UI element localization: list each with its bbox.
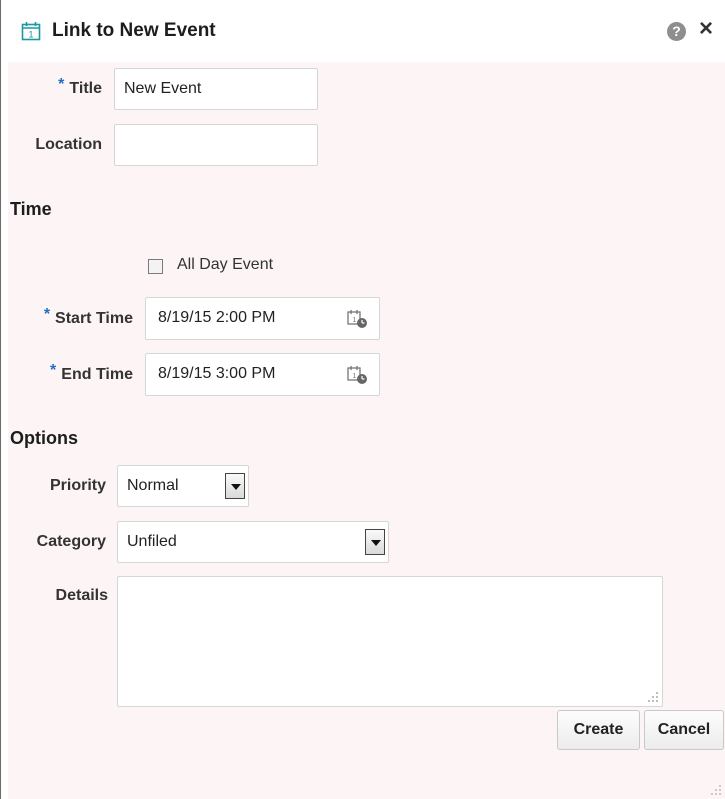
options-section-heading: Options — [10, 428, 78, 448]
help-icon[interactable]: ? — [667, 22, 686, 41]
required-marker: * — [43, 306, 51, 323]
all-day-checkbox[interactable] — [148, 259, 163, 274]
calendar-icon: 1 — [21, 22, 41, 41]
required-marker: * — [58, 76, 65, 93]
resize-grip-icon[interactable] — [647, 691, 659, 703]
calendar-clock-icon[interactable]: 1 — [347, 365, 369, 385]
end-time-label: * End Time — [50, 362, 133, 383]
calendar-clock-icon[interactable]: 1 — [347, 309, 369, 329]
priority-label: Priority — [49, 477, 106, 494]
dialog-title: Link to New Event — [52, 20, 216, 41]
details-textarea[interactable] — [117, 576, 663, 707]
close-icon[interactable]: × — [699, 16, 713, 42]
end-time-value: 8/19/15 3:00 PM — [158, 365, 276, 382]
priority-select[interactable]: Normal — [117, 465, 249, 507]
window-edge — [0, 0, 1, 799]
time-section-heading: Time — [10, 199, 52, 219]
title-input-value: New Event — [124, 80, 202, 97]
svg-text:1: 1 — [353, 317, 357, 324]
svg-text:1: 1 — [28, 30, 33, 40]
start-time-input[interactable]: 8/19/15 2:00 PM 1 — [145, 297, 380, 340]
chevron-down-icon[interactable] — [365, 529, 385, 555]
category-label: Category — [36, 533, 106, 550]
dialog-title-bar: 1 Link to New Event ? × — [8, 0, 725, 62]
location-input[interactable] — [114, 124, 318, 166]
category-select[interactable]: Unfiled — [117, 521, 389, 563]
location-label: Location — [35, 136, 102, 153]
cancel-button[interactable]: Cancel — [644, 710, 724, 750]
title-label: * Title — [58, 76, 102, 97]
category-value: Unfiled — [127, 533, 177, 550]
details-label: Details — [55, 587, 108, 604]
chevron-down-icon[interactable] — [225, 473, 245, 499]
start-time-label: * Start Time — [43, 306, 133, 327]
all-day-label[interactable]: All Day Event — [177, 256, 273, 274]
priority-value: Normal — [127, 477, 179, 494]
end-time-input[interactable]: 8/19/15 3:00 PM 1 — [145, 353, 380, 396]
dialog-resize-grip-icon[interactable] — [710, 784, 722, 796]
link-to-new-event-dialog: 1 Link to New Event ? × * Title New Event… — [8, 0, 725, 799]
create-button[interactable]: Create — [557, 710, 640, 750]
title-input[interactable]: New Event — [114, 68, 318, 110]
required-marker: * — [50, 362, 57, 379]
start-time-value: 8/19/15 2:00 PM — [158, 309, 276, 326]
svg-text:1: 1 — [353, 373, 357, 380]
